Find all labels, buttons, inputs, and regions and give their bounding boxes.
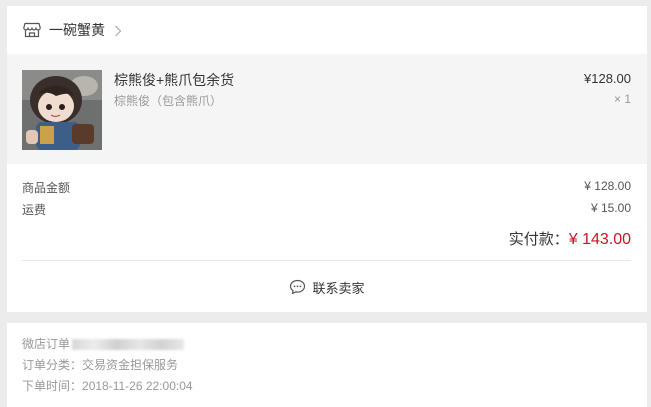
- shipping-row: 运费 ¥ 15.00: [22, 201, 631, 218]
- goods-amount-row: 商品金额 ¥ 128.00: [22, 179, 631, 196]
- order-time-value: 2018-11-26 22:00:04: [82, 379, 193, 393]
- total-paid: 实付款：¥ 143.00: [509, 228, 631, 249]
- goods-amount-label: 商品金额: [22, 181, 71, 195]
- order-category-label: 订单分类：: [22, 358, 83, 372]
- product-title[interactable]: 棕熊俊+熊爪包余货: [114, 70, 234, 90]
- goods-amount-value: ¥ 128.00: [584, 179, 631, 193]
- chevron-right-icon: [114, 24, 122, 37]
- shop-header[interactable]: 一碗蟹黄: [7, 6, 647, 54]
- order-number-line: 微店订单: [22, 335, 185, 352]
- shop-name: 一碗蟹黄: [49, 22, 105, 38]
- order-category-value: 交易资金担保服务: [82, 358, 179, 372]
- shipping-value: ¥ 15.00: [590, 201, 631, 215]
- order-card: 一碗蟹黄 棕熊俊+熊爪包余货 棕熊俊（包含熊爪） ¥128.00 × 1 商品金…: [7, 6, 647, 312]
- order-time-label: 下单时间：: [22, 379, 83, 393]
- product-quantity: × 1: [613, 92, 631, 106]
- order-category-line: 订单分类：交易资金担保服务: [22, 356, 178, 373]
- order-meta-card: 微店订单 订单分类：交易资金担保服务 下单时间：2018-11-26 22:00…: [7, 323, 647, 407]
- order-number-label: 微店订单: [22, 337, 71, 351]
- contact-seller-button[interactable]: 联系卖家: [7, 276, 647, 298]
- product-price: ¥128.00: [584, 71, 631, 86]
- divider: [22, 260, 631, 261]
- redacted-order-number: [72, 339, 185, 351]
- shipping-label: 运费: [22, 203, 47, 217]
- total-value: ¥ 143.00: [568, 231, 631, 248]
- contact-seller-label: 联系卖家: [312, 280, 365, 296]
- product-item[interactable]: 棕熊俊+熊爪包余货 棕熊俊（包含熊爪） ¥128.00 × 1: [7, 54, 647, 164]
- total-label: 实付款：: [508, 231, 569, 248]
- product-spec: 棕熊俊（包含熊爪）: [114, 94, 223, 108]
- product-image[interactable]: [22, 70, 102, 150]
- order-time-line: 下单时间：2018-11-26 22:00:04: [22, 377, 193, 394]
- chat-bubble-icon: [289, 279, 306, 295]
- store-icon: [23, 22, 41, 38]
